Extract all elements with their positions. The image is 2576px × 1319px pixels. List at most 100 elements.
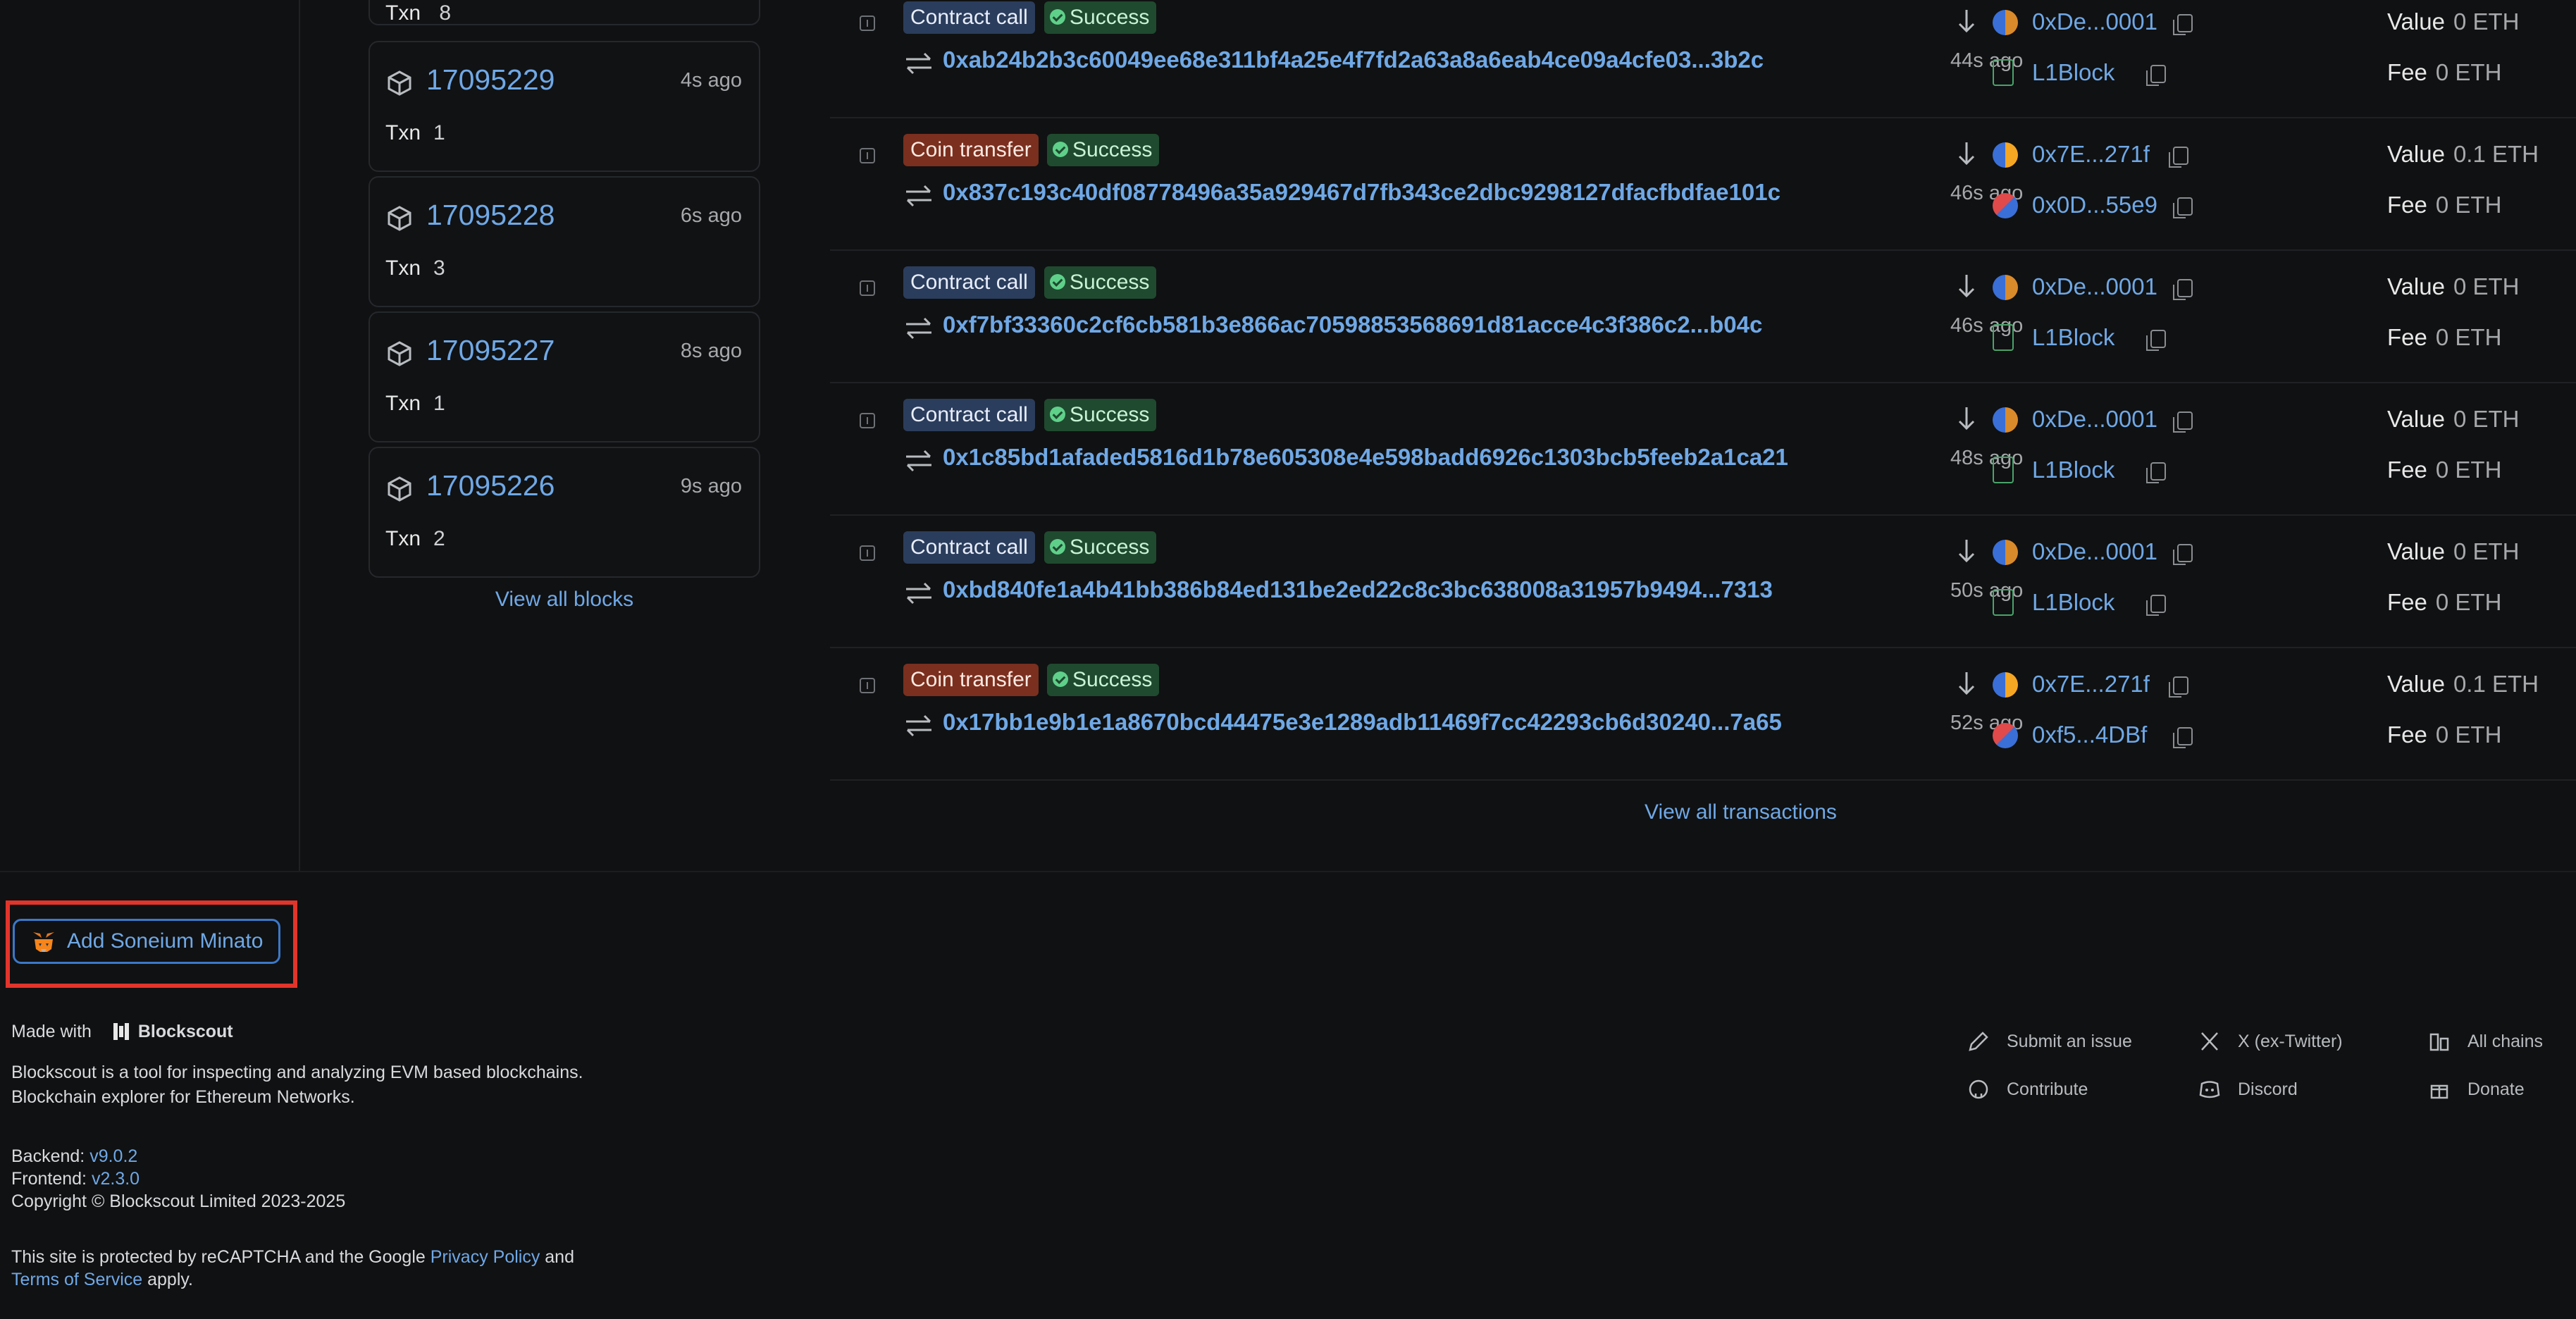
arrow-down-icon xyxy=(1958,407,1975,431)
copy-icon[interactable] xyxy=(2146,65,2166,86)
tx-from-link[interactable]: 0x7E...271f xyxy=(2032,671,2150,698)
frontend-version-link[interactable]: v2.3.0 xyxy=(92,1169,140,1189)
tx-info-icon[interactable] xyxy=(860,16,875,31)
frontend-version: Frontend: v2.3.0 xyxy=(11,1169,140,1189)
address-avatar-icon xyxy=(1993,10,2018,35)
copy-icon[interactable] xyxy=(2146,595,2166,616)
privacy-policy-link[interactable]: Privacy Policy xyxy=(431,1247,540,1267)
contract-icon xyxy=(1993,324,2014,351)
copy-icon[interactable] xyxy=(2173,544,2193,565)
transfer-arrows-icon xyxy=(906,185,931,207)
arrow-down-icon xyxy=(1958,275,1975,298)
block-card: 17095227 8s ago Txn 1 xyxy=(369,311,760,442)
tx-status-tag: Success xyxy=(1044,399,1157,431)
copy-icon[interactable] xyxy=(2173,279,2193,300)
block-age: 9s ago xyxy=(680,475,742,497)
block-txn-count: Txn 1 xyxy=(385,121,445,145)
block-number-link[interactable]: 17095227 xyxy=(426,334,555,367)
tx-type-tag: Coin transfer xyxy=(903,664,1039,696)
block-age: 8s ago xyxy=(680,340,742,362)
block-number-link[interactable]: 17095228 xyxy=(426,199,555,232)
check-icon xyxy=(1053,671,1068,687)
terms-of-service-link[interactable]: Terms of Service xyxy=(11,1270,142,1289)
tx-hash-link[interactable]: 0x17bb1e9b1e1a8670bcd44475e3e1289adb1146… xyxy=(943,709,1943,736)
tx-info-icon[interactable] xyxy=(860,413,875,428)
block-age: 4s ago xyxy=(680,69,742,92)
tx-from-link[interactable]: 0xDe...0001 xyxy=(2032,406,2157,433)
copy-icon[interactable] xyxy=(2146,462,2166,483)
copy-icon[interactable] xyxy=(2169,676,2188,698)
copy-icon[interactable] xyxy=(2146,330,2166,351)
tx-to-link[interactable]: 0x0D...55e9 xyxy=(2032,192,2157,218)
tx-info-icon[interactable] xyxy=(860,148,875,163)
tx-fee: Fee 0 ETH xyxy=(2387,457,2502,483)
tx-from-link[interactable]: 0xDe...0001 xyxy=(2032,8,2157,35)
tx-status-tag: Success xyxy=(1044,531,1157,564)
transfer-arrows-icon xyxy=(906,714,931,737)
blockscout-brand[interactable]: Blockscout xyxy=(138,1022,233,1041)
tx-to-link[interactable]: L1Block xyxy=(2032,589,2114,616)
tx-value: Value 0 ETH xyxy=(2387,273,2520,299)
tx-to-link[interactable]: L1Block xyxy=(2032,457,2114,483)
tx-status-tag: Success xyxy=(1047,134,1160,166)
block-txn-count: Txn 3 xyxy=(385,256,445,280)
footer-divider xyxy=(0,871,2576,872)
tx-value: Value 0.1 ETH xyxy=(2387,141,2539,167)
address-avatar-icon xyxy=(1993,275,2018,300)
arrow-down-icon xyxy=(1958,672,1975,695)
view-all-blocks-link[interactable]: View all blocks xyxy=(369,588,760,612)
tx-hash-link[interactable]: 0xf7bf33360c2cf6cb581b3e866ac70598853568… xyxy=(943,311,1943,338)
copy-icon[interactable] xyxy=(2173,197,2193,218)
block-txn-value: 1 xyxy=(433,121,445,144)
tx-from-link[interactable]: 0xDe...0001 xyxy=(2032,538,2157,565)
copy-icon[interactable] xyxy=(2169,147,2188,168)
tx-info-icon[interactable] xyxy=(860,280,875,296)
tx-to-link[interactable]: 0xf5...4DBf xyxy=(2032,722,2147,748)
block-cube-icon xyxy=(388,206,411,231)
address-avatar-icon xyxy=(1993,540,2018,565)
tx-info-icon[interactable] xyxy=(860,545,875,561)
block-number-link[interactable]: 17095229 xyxy=(426,63,555,97)
tx-fee: Fee 0 ETH xyxy=(2387,192,2502,218)
transaction-row: Contract call Success 0xbd840fe1a4b41bb386… xyxy=(830,514,2576,648)
block-txn-count: Txn 2 xyxy=(385,527,445,551)
tx-fee-amount: 0 ETH xyxy=(2435,722,2502,748)
tx-info-icon[interactable] xyxy=(860,678,875,693)
check-icon xyxy=(1050,274,1065,290)
tx-value-amount: 0 ETH xyxy=(2453,273,2520,299)
github-icon xyxy=(1969,1079,1988,1099)
copy-icon[interactable] xyxy=(2173,727,2193,748)
block-txn-value: 3 xyxy=(433,256,445,280)
tx-hash-link[interactable]: 0xab24b2b3c60049ee68e311bf4a25e4f7fd2a63… xyxy=(943,47,1943,73)
address-avatar-icon xyxy=(1993,142,2018,168)
tx-value: Value 0 ETH xyxy=(2387,8,2520,35)
tx-to-link[interactable]: L1Block xyxy=(2032,324,2114,351)
check-icon xyxy=(1050,407,1065,422)
add-network-button[interactable]: Add Soneium Minato xyxy=(13,919,280,964)
tx-status-tag: Success xyxy=(1047,664,1160,696)
footer-desc-1: Blockscout is a tool for inspecting and … xyxy=(11,1063,583,1082)
copy-icon[interactable] xyxy=(2173,411,2193,433)
add-network-label: Add Soneium Minato xyxy=(67,929,264,953)
view-all-transactions-link[interactable]: View all transactions xyxy=(1645,800,1837,824)
transaction-row: Contract call Success 0xf7bf33360c2cf6cb58… xyxy=(830,249,2576,383)
tx-hash-link[interactable]: 0xbd840fe1a4b41bb386b84ed131be2ed22c8c3b… xyxy=(943,576,1943,603)
backend-version-link[interactable]: v9.0.2 xyxy=(89,1146,137,1166)
tx-value-amount: 0 ETH xyxy=(2453,8,2520,35)
tx-value-amount: 0.1 ETH xyxy=(2453,671,2539,697)
block-txn-partial: Txn 8 xyxy=(385,1,452,25)
copy-icon[interactable] xyxy=(2173,14,2193,35)
tx-from-link[interactable]: 0xDe...0001 xyxy=(2032,273,2157,300)
block-txn-value: 2 xyxy=(433,527,445,550)
tx-from-link[interactable]: 0x7E...271f xyxy=(2032,141,2150,168)
block-number-link[interactable]: 17095226 xyxy=(426,469,555,502)
tx-to-link[interactable]: L1Block xyxy=(2032,59,2114,86)
tx-hash-link[interactable]: 0x1c85bd1afaded5816d1b78e605308e4e598bad… xyxy=(943,444,1943,471)
backend-version: Backend: v9.0.2 xyxy=(11,1146,137,1167)
copyright: Copyright © Blockscout Limited 2023-2025 xyxy=(11,1191,346,1211)
gift-icon xyxy=(2430,1084,2448,1099)
block-card: 17095228 6s ago Txn 3 xyxy=(369,176,760,307)
discord-icon xyxy=(2199,1081,2220,1098)
tx-value: Value 0.1 ETH xyxy=(2387,671,2539,697)
tx-hash-link[interactable]: 0x837c193c40df08778496a35a929467d7fb343c… xyxy=(943,179,1943,206)
